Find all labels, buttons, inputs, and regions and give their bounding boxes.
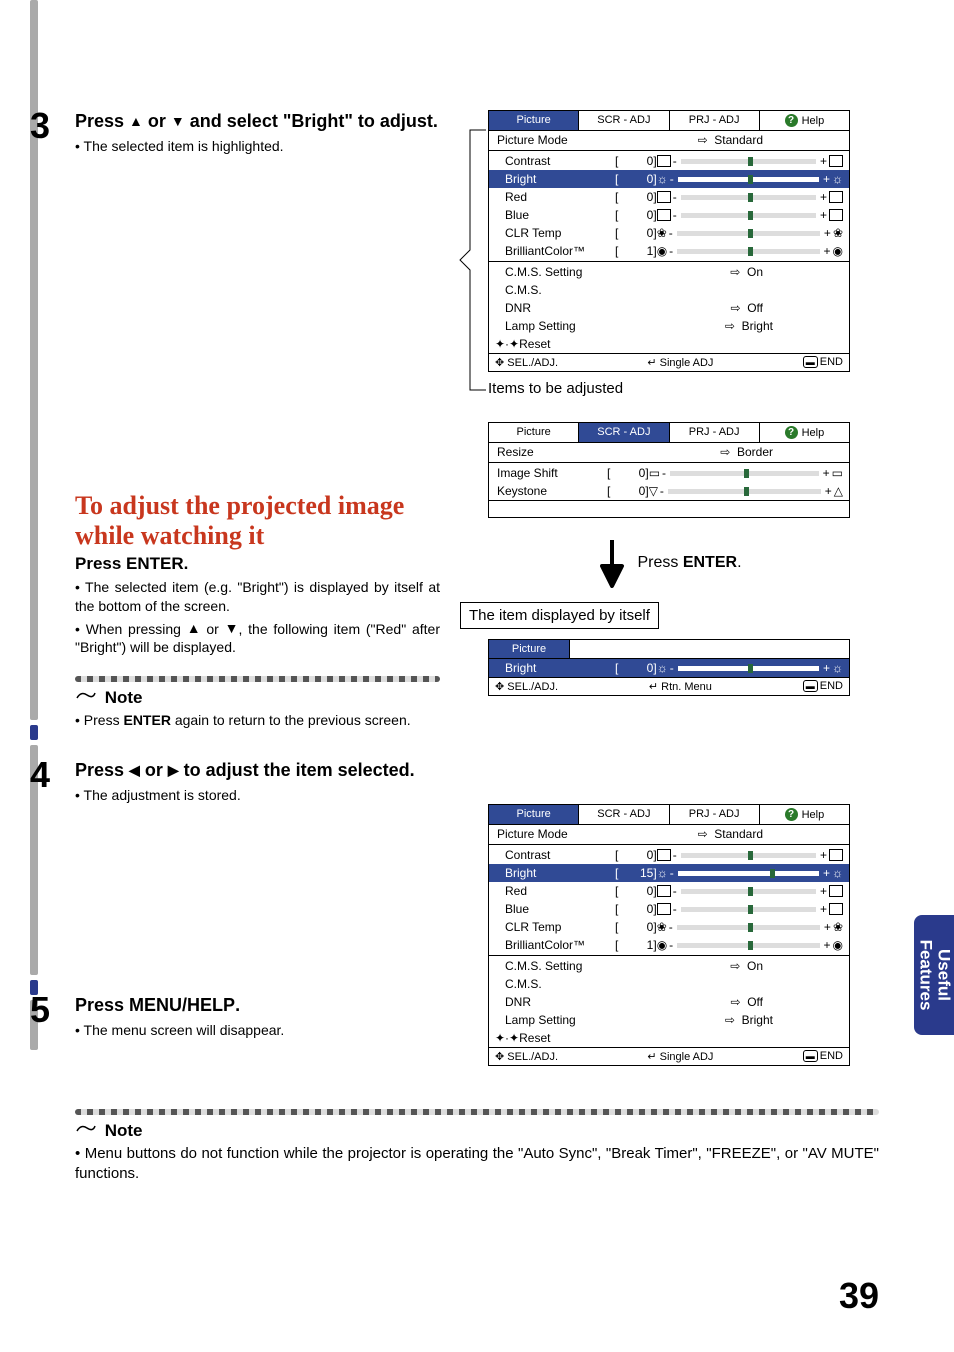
note1-text: • Press ENTER again to return to the pre… — [75, 711, 440, 729]
tab-scr[interactable]: SCR - ADJ — [579, 111, 669, 130]
items-caption: Items to be adjusted — [488, 380, 879, 397]
osd-menu-2: Picture SCR - ADJ PRJ - ADJ ?Help Resize… — [488, 422, 850, 518]
adjust-heading: To adjust the projected image while watc… — [75, 491, 440, 551]
step4-number: 4 — [30, 754, 50, 796]
tab-prj[interactable]: PRJ - ADJ — [670, 111, 760, 130]
press-enter-detail1: • The selected item (e.g. "Bright") is d… — [75, 578, 440, 614]
help-icon: ? — [785, 114, 798, 127]
step5-number: 5 — [30, 989, 50, 1031]
tab-picture[interactable]: Picture — [489, 111, 579, 130]
step3-number: 3 — [30, 105, 50, 147]
press-enter-sub: Press ENTER. — [75, 554, 440, 574]
tab-prj-3[interactable]: PRJ - ADJ — [670, 805, 760, 824]
tab-scr-2[interactable]: SCR - ADJ — [579, 423, 669, 442]
tab-prj-2[interactable]: PRJ - ADJ — [670, 423, 760, 442]
step5-bullet: • The menu screen will disappear. — [75, 1021, 440, 1039]
press-enter-arrow: Press ENTER. — [460, 538, 879, 588]
tab-picture-2[interactable]: Picture — [489, 423, 579, 442]
note-label-2: Note — [75, 1121, 879, 1141]
tab-picture-3[interactable]: Picture — [489, 805, 579, 824]
tab-scr-3[interactable]: SCR - ADJ — [579, 805, 669, 824]
final-note: • Menu buttons do not function while the… — [75, 1144, 879, 1183]
displayed-by-itself: The item displayed by itself — [460, 602, 659, 629]
tab-help[interactable]: ?Help — [760, 111, 849, 130]
step3-title: Press ▲ or ▼ and select "Bright" to adju… — [75, 110, 440, 133]
tab-help-2[interactable]: ?Help — [760, 423, 849, 442]
help-icon: ? — [785, 426, 798, 439]
step4-title: Press ◀ or ▶ to adjust the item selected… — [75, 759, 440, 782]
help-icon: ? — [785, 808, 798, 821]
osd-single: Picture Bright[0]☼-+☼ ✥ SEL./ADJ. ↵ Rtn.… — [488, 639, 850, 696]
press-enter-detail2: • When pressing ▲ or ▼, the following it… — [75, 619, 440, 656]
osd-menu-3: Picture SCR - ADJ PRJ - ADJ ?Help Pictur… — [488, 804, 850, 1066]
note-label-1: Note — [75, 688, 440, 708]
side-tab: UsefulFeatures — [914, 915, 954, 1035]
step5-title: Press MENU/HELP. — [75, 994, 440, 1017]
page-number: 39 — [839, 1275, 879, 1317]
step3-bullet: • The selected item is highlighted. — [75, 137, 440, 155]
tab-help-3[interactable]: ?Help — [760, 805, 849, 824]
osd-menu-1: Picture SCR - ADJ PRJ - ADJ ?Help Pictur… — [488, 110, 850, 372]
step4-bullet: • The adjustment is stored. — [75, 786, 440, 804]
